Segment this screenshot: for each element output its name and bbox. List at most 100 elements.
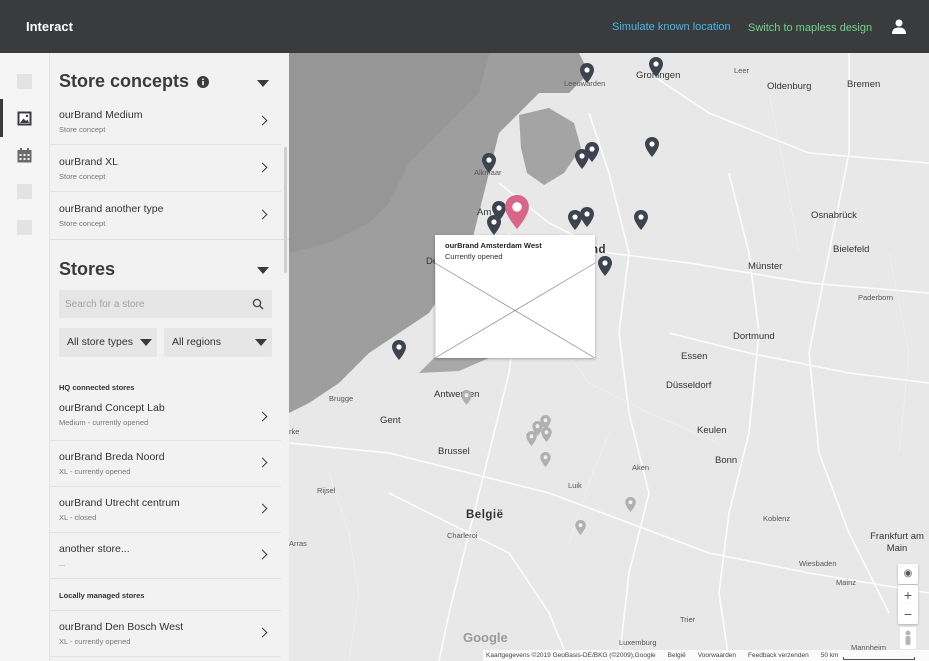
- store-pin-faded[interactable]: [541, 427, 552, 442]
- user-icon[interactable]: [891, 18, 907, 34]
- store-pin[interactable]: [649, 57, 663, 77]
- map-label-brussel: Brussel: [438, 446, 470, 457]
- store-concepts-title: Store concepts: [59, 71, 190, 91]
- chevron-right-icon: [257, 411, 268, 422]
- zoom-out-button[interactable]: −: [898, 604, 918, 624]
- stores-heading: Stores: [59, 259, 116, 279]
- store-status: Medium - currently opened: [59, 418, 149, 427]
- store-pin[interactable]: [392, 340, 406, 360]
- map-label-charleroi: Charleroi: [447, 531, 478, 540]
- chevron-right-icon: [257, 115, 268, 126]
- chevron-right-icon: [257, 503, 268, 514]
- popup-store-name: ourBrand Amsterdam West: [445, 241, 542, 250]
- terms-link[interactable]: Voorwaarden: [698, 650, 736, 661]
- map-label-keulen: Keulen: [697, 425, 727, 436]
- map-label-bielefeld: Bielefeld: [833, 244, 870, 255]
- map-label-wiesbaden: Wiesbaden: [799, 559, 837, 568]
- store-pin[interactable]: [585, 142, 599, 162]
- zoom-in-button[interactable]: +: [898, 585, 918, 605]
- collapse-stores-caret[interactable]: [257, 267, 269, 274]
- feedback-link[interactable]: Feedback verzenden: [748, 650, 809, 661]
- map-label-mainz: Mainz: [836, 578, 857, 587]
- concept-item[interactable]: ourBrand another type Store concept: [50, 193, 281, 239]
- store-concepts-heading: Store concepts: [59, 71, 210, 92]
- map-label-oldenburg: Oldenburg: [767, 81, 812, 92]
- concept-sub: Store concept: [59, 125, 106, 134]
- brand-title: Interact: [26, 19, 73, 34]
- map-label-leer: Leer: [734, 66, 750, 75]
- info-icon[interactable]: [197, 76, 210, 89]
- street-view-pegman-icon[interactable]: [900, 627, 916, 649]
- side-panel: Store concepts ourBrand Medium Store con…: [50, 53, 289, 661]
- chevron-down-icon: [255, 339, 267, 346]
- store-name: another store...: [59, 543, 130, 555]
- rail-item-placeholder-4[interactable]: [17, 184, 32, 199]
- search-icon[interactable]: [252, 298, 264, 310]
- store-item[interactable]: ourBrand Utrecht centrum XL - closed: [50, 487, 281, 533]
- map-label-arras: Arras: [289, 539, 307, 548]
- popup-store-status: Currently opened: [445, 252, 503, 261]
- image-icon[interactable]: [17, 111, 32, 126]
- store-popup[interactable]: ourBrand Amsterdam West Currently opened: [435, 235, 595, 358]
- store-pin-active[interactable]: [504, 195, 530, 229]
- map-label-luik: Luik: [568, 481, 582, 490]
- map-label-belgie: België: [466, 509, 504, 521]
- store-pin[interactable]: [598, 256, 612, 276]
- store-item[interactable]: ourBrand Breda Noord XL - currently open…: [50, 441, 281, 487]
- region-value: All regions: [172, 336, 222, 348]
- locate-button[interactable]: ◉: [898, 564, 918, 584]
- store-type-select[interactable]: All store types: [59, 328, 157, 357]
- map-label-dortmund: Dortmund: [733, 331, 775, 342]
- concept-name: ourBrand another type: [59, 203, 164, 215]
- map-label-bremen: Bremen: [847, 79, 881, 90]
- store-item[interactable]: ourBrand Den Bosch West XL - currently o…: [50, 611, 281, 657]
- store-item[interactable]: ourBrand Concept Lab Medium - currently …: [50, 395, 281, 441]
- calendar-icon[interactable]: [17, 148, 32, 163]
- store-pin-faded[interactable]: [526, 431, 537, 446]
- google-logo: Google: [463, 630, 508, 645]
- rail-item-placeholder-1[interactable]: [17, 74, 32, 89]
- collapse-concepts-caret[interactable]: [257, 80, 269, 87]
- store-status: XL - currently opened: [59, 637, 131, 646]
- store-pin[interactable]: [482, 153, 496, 173]
- store-pin[interactable]: [645, 137, 659, 157]
- map-background: [289, 53, 929, 661]
- map-label-rijsel: Rijsel: [317, 486, 336, 495]
- store-search-input[interactable]: [65, 296, 245, 312]
- store-pin[interactable]: [580, 207, 594, 227]
- store-pin-faded[interactable]: [575, 520, 586, 535]
- store-pin[interactable]: [487, 215, 501, 235]
- rail-item-placeholder-5[interactable]: [17, 220, 32, 235]
- store-status: XL - closed: [59, 513, 97, 522]
- map-label-bonn: Bonn: [715, 455, 738, 466]
- app-root: Interact Simulate known location Switch …: [0, 0, 929, 661]
- top-bar: Interact Simulate known location Switch …: [0, 0, 929, 53]
- mapless-design-link[interactable]: Switch to mapless design: [748, 22, 872, 34]
- concept-item[interactable]: ourBrand Medium Store concept: [50, 99, 281, 145]
- region-select[interactable]: All regions: [164, 328, 272, 357]
- store-name: ourBrand Utrecht centrum: [59, 497, 180, 509]
- map-view[interactable]: Groningen Leeuwarden Leer Oldenburg Brem…: [289, 53, 929, 661]
- attribution-region: België: [667, 652, 686, 659]
- store-pin[interactable]: [634, 210, 648, 230]
- local-stores-label: Locally managed stores: [59, 591, 145, 600]
- store-item[interactable]: another store... ...: [50, 533, 281, 579]
- store-pin-faded[interactable]: [461, 390, 472, 405]
- simulate-location-link[interactable]: Simulate known location: [612, 21, 731, 33]
- map-label-gent: Gent: [380, 415, 401, 426]
- store-pin-faded[interactable]: [540, 452, 551, 467]
- map-label-trier: Trier: [680, 615, 696, 624]
- panel-scrollbar[interactable]: [284, 147, 287, 273]
- hq-stores-label: HQ connected stores: [59, 383, 135, 392]
- rail-active-indicator: [0, 99, 3, 137]
- store-pin[interactable]: [580, 63, 594, 83]
- chevron-right-icon: [257, 627, 268, 638]
- store-pin-faded[interactable]: [625, 497, 636, 512]
- map-label-aken: Aken: [632, 463, 650, 472]
- store-status: ...: [59, 559, 66, 568]
- concept-item[interactable]: ourBrand XL Store concept: [50, 146, 281, 192]
- concept-sub: Store concept: [59, 172, 106, 181]
- store-search-box: [59, 290, 272, 318]
- map-label-brugge: Brugge: [329, 394, 354, 403]
- store-status: XL - currently opened: [59, 467, 131, 476]
